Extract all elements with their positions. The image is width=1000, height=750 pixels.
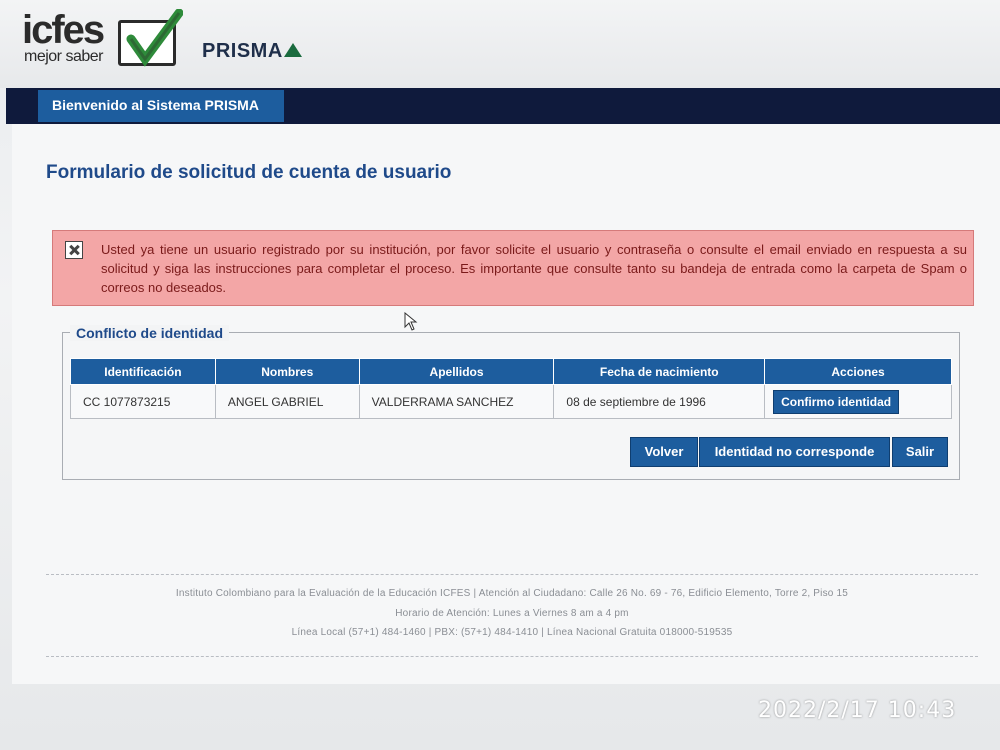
- confirm-identity-button[interactable]: Confirmo identidad: [773, 389, 900, 414]
- cell-fecha: 08 de septiembre de 1996: [553, 384, 766, 419]
- triangle-icon: [283, 43, 302, 57]
- checkmark-icon: [118, 9, 183, 67]
- footer-phones: Línea Local (57+1) 484-1460 | PBX: (57+1…: [291, 627, 733, 638]
- footer-address: Instituto Colombiano para la Evaluación …: [175, 588, 849, 599]
- header: icfes mejor saber PRISMA: [0, 0, 1000, 88]
- fieldset-legend: Conflicto de identidad: [70, 325, 229, 341]
- tab-welcome[interactable]: Bienvenido al Sistema PRISMA: [38, 90, 284, 122]
- column-header: Apellidos: [358, 358, 555, 385]
- cell-acciones: Confirmo identidad: [764, 384, 952, 419]
- identity-table: Identificación Nombres Apellidos Fecha d…: [70, 358, 952, 419]
- column-header: Fecha de nacimiento: [553, 358, 766, 385]
- footer-divider: [46, 656, 978, 657]
- column-header: Identificación: [70, 358, 216, 385]
- mouse-cursor-icon: [404, 312, 418, 331]
- footer-hours: Horario de Atención: Lunes a Viernes 8 a…: [395, 608, 629, 619]
- logo-main-text: icfes: [22, 8, 105, 52]
- exit-button[interactable]: Salir: [892, 437, 948, 467]
- table-row: CC 1077873215 ANGEL GABRIEL VALDERRAMA S…: [70, 384, 952, 419]
- prisma-logo-text: PRISMA: [202, 40, 283, 62]
- prisma-logo: PRISMA: [202, 40, 302, 63]
- cell-apellidos: VALDERRAMA SANCHEZ: [358, 384, 555, 419]
- cell-nombres: ANGEL GABRIEL: [214, 384, 360, 419]
- column-header: Acciones: [764, 358, 952, 385]
- page-title: Formulario de solicitud de cuenta de usu…: [46, 162, 452, 183]
- footer-divider: [46, 574, 978, 575]
- cell-identificacion: CC 1077873215: [70, 384, 216, 419]
- back-button[interactable]: Volver: [630, 437, 698, 467]
- navbar: Bienvenido al Sistema PRISMA: [6, 88, 1000, 124]
- column-header: Nombres: [214, 358, 360, 385]
- logo-tagline: mejor saber: [24, 48, 103, 65]
- icfes-logo[interactable]: icfes mejor saber: [22, 8, 183, 70]
- error-alert: Usted ya tiene un usuario registrado por…: [52, 230, 974, 306]
- alert-message: Usted ya tiene un usuario registrado por…: [101, 242, 967, 295]
- identity-not-match-button[interactable]: Identidad no corresponde: [699, 437, 890, 467]
- photo-timestamp: 2022/2/17 10:43: [758, 698, 957, 723]
- page: icfes mejor saber PRISMA Bienvenido al S…: [0, 0, 1000, 750]
- close-icon[interactable]: [65, 241, 83, 259]
- table-header-row: Identificación Nombres Apellidos Fecha d…: [70, 358, 952, 385]
